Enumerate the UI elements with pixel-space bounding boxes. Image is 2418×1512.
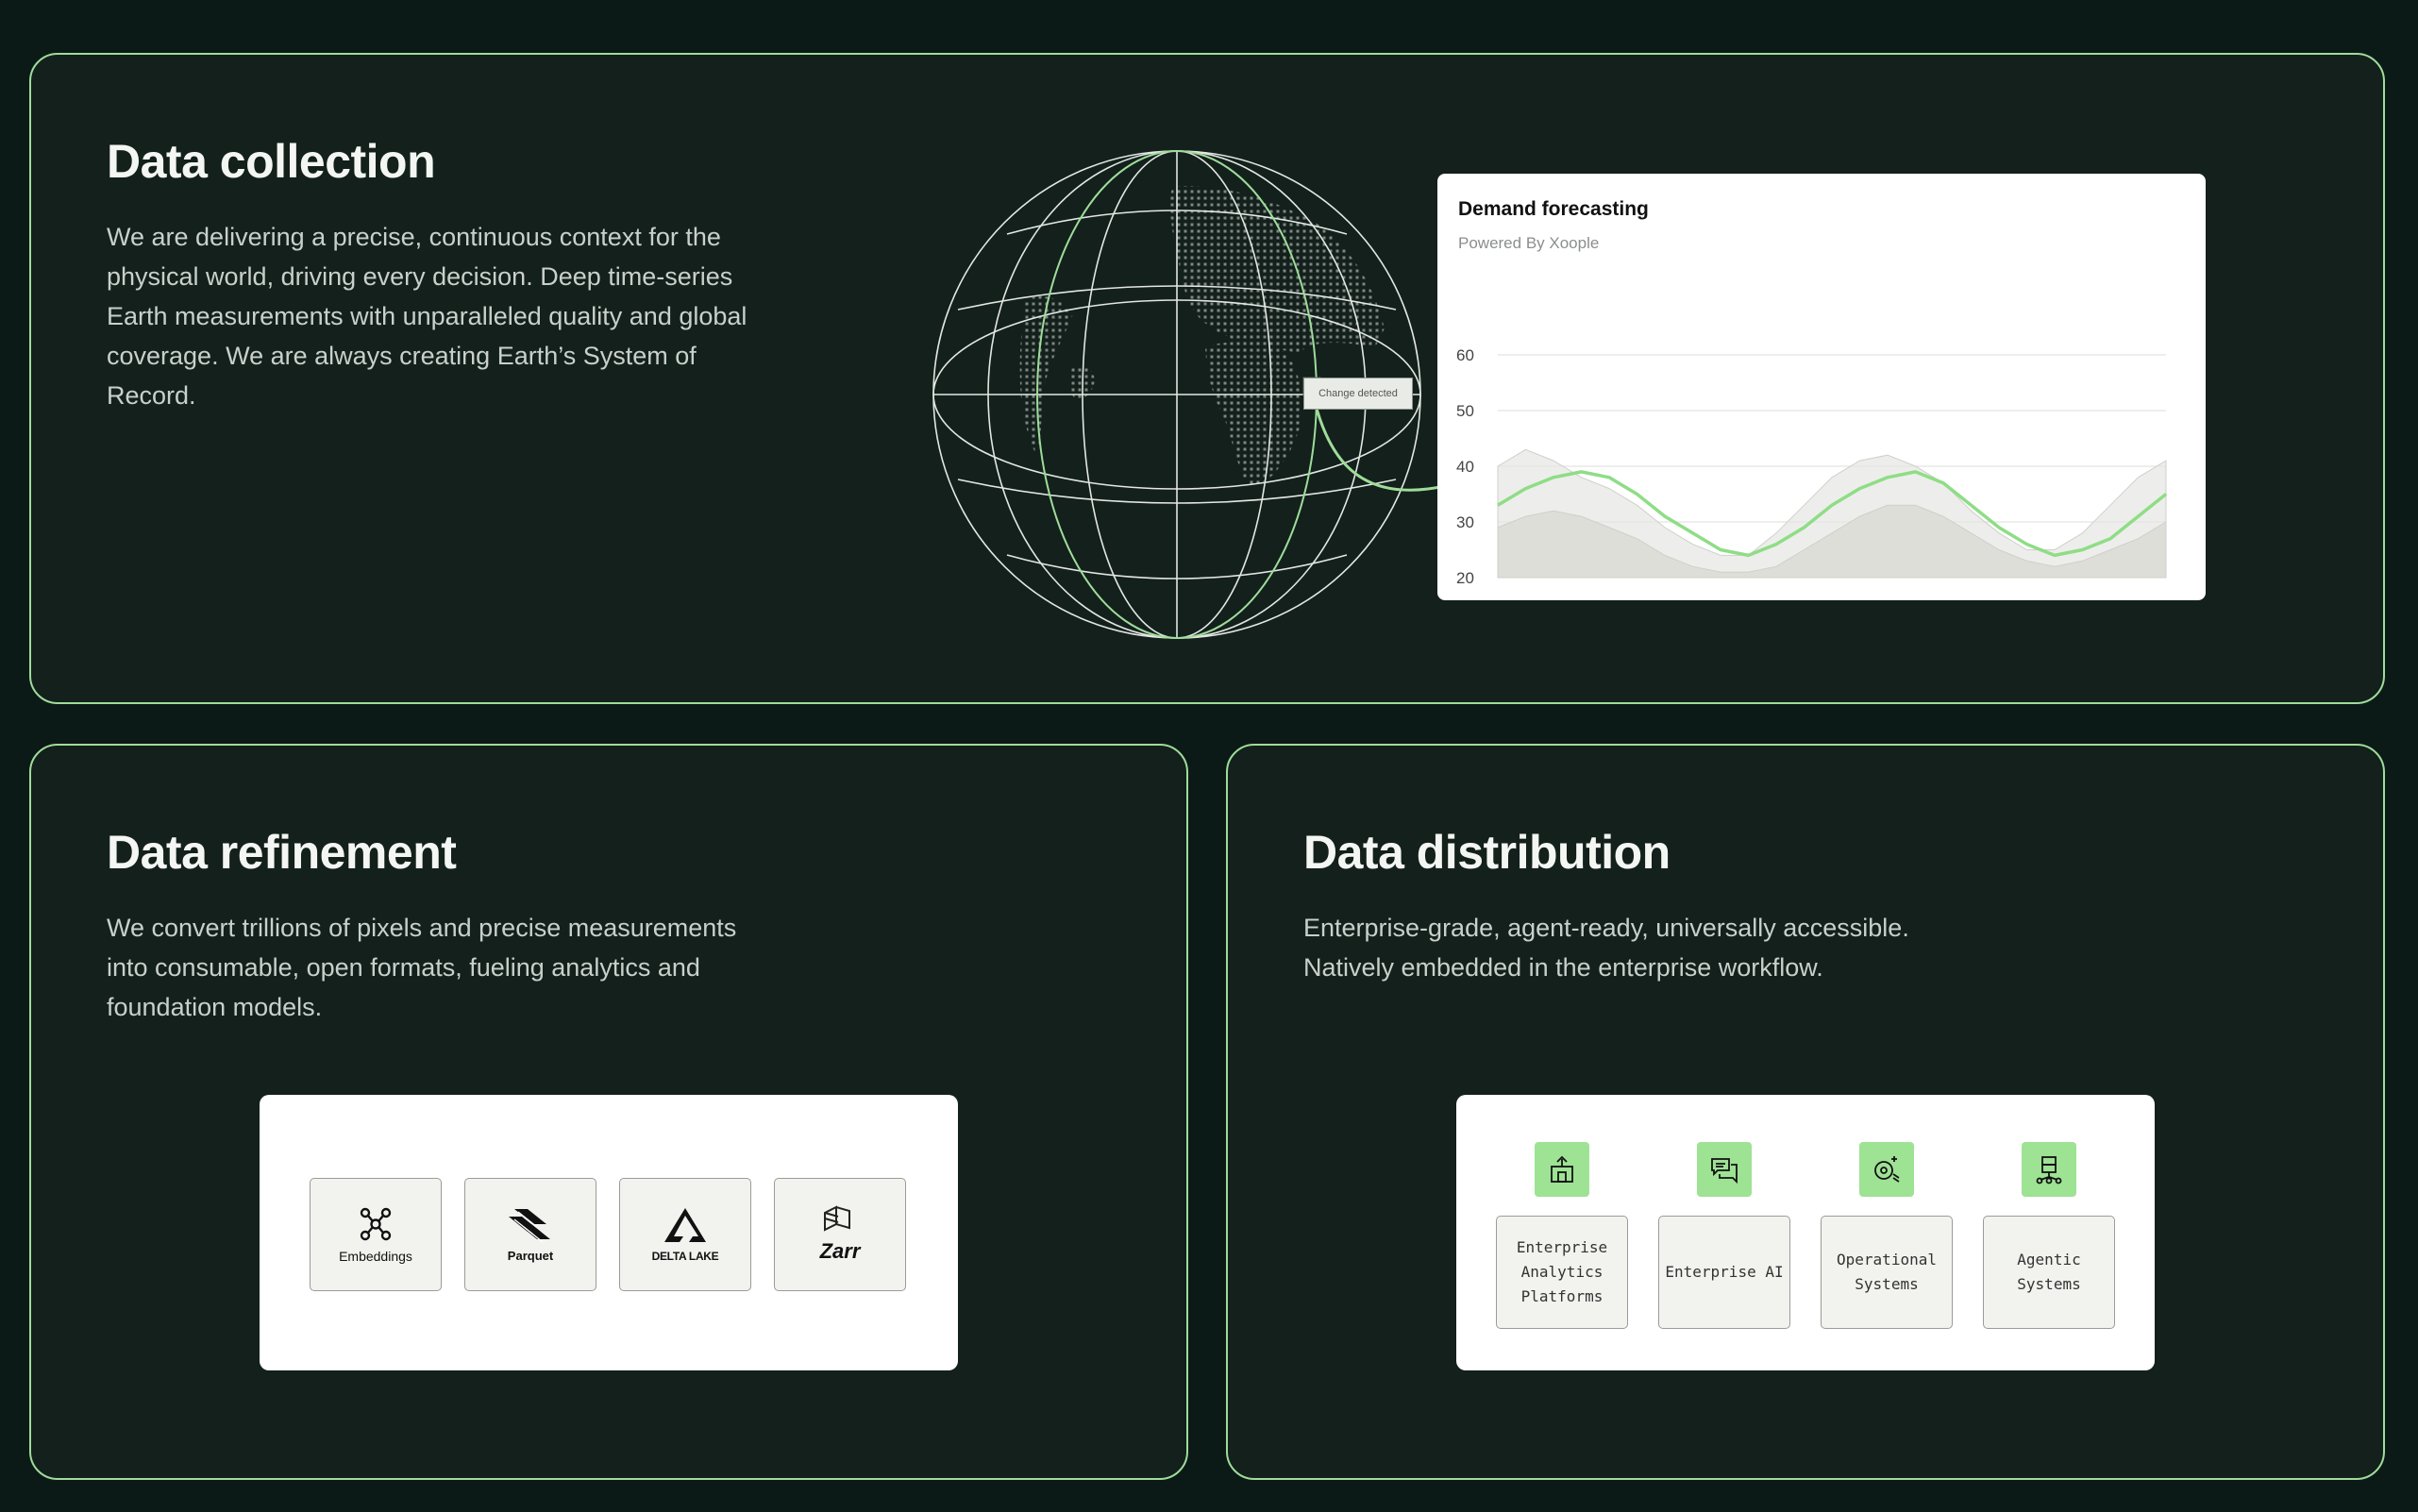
delta-lake-logo-icon: [664, 1208, 706, 1242]
y-tick-label: 20: [1456, 569, 1474, 587]
format-parquet[interactable]: Parquet: [464, 1178, 596, 1291]
callout-label: Change detected: [1318, 388, 1398, 399]
target-label: Agentic Systems: [2017, 1251, 2081, 1293]
chart-title: Demand forecasting: [1458, 198, 1649, 220]
format-label: Embeddings: [339, 1249, 412, 1264]
target-label: Enterprise Analytics Platforms: [1516, 1238, 1608, 1305]
parquet-logo-icon: [509, 1208, 550, 1243]
section-description: We are delivering a precise, continuous …: [107, 223, 747, 410]
demand-forecast-chart-card: 20304050602024.012024.042024.072024.1020…: [1437, 174, 2206, 600]
format-label: Parquet: [507, 1248, 554, 1263]
y-tick-label: 40: [1456, 458, 1474, 476]
format-delta-lake[interactable]: DELTA LAKE: [619, 1178, 751, 1291]
distribution-panel: Enterprise Analytics Platforms Enterpris…: [1456, 1095, 2155, 1370]
section-title: Data refinement: [107, 826, 457, 879]
format-label: Zarr: [819, 1239, 861, 1263]
chart-subtitle: Powered By Xoople: [1458, 234, 1600, 252]
format-zarr[interactable]: Zarr: [774, 1178, 906, 1291]
target-label: Enterprise AI: [1665, 1263, 1784, 1281]
target-operational-systems[interactable]: Operational Systems: [1821, 1216, 1953, 1329]
data-collection-card: Data collection We are delivering a prec…: [29, 53, 2385, 704]
data-distribution-card: Data distribution Enterprise-grade, agen…: [1226, 744, 2385, 1480]
format-embeddings[interactable]: Embeddings: [310, 1178, 442, 1291]
section-description: We convert trillions of pixels and preci…: [107, 914, 737, 1021]
y-tick-label: 60: [1456, 346, 1474, 364]
format-label: DELTA LAKE: [651, 1250, 719, 1263]
target-label: Operational Systems: [1837, 1251, 1937, 1293]
target-agentic-systems[interactable]: Agentic Systems: [1983, 1216, 2115, 1329]
zarr-logo-icon: [824, 1205, 850, 1232]
chat-ai-icon: [1697, 1142, 1752, 1197]
y-tick-label: 30: [1456, 513, 1474, 531]
analytics-platform-icon: [1535, 1142, 1589, 1197]
section-description: Enterprise-grade, agent-ready, universal…: [1303, 914, 1909, 982]
formats-panel: Embeddings Parquet DELTA LAKE Zarr: [260, 1095, 958, 1370]
operations-icon: [1859, 1142, 1914, 1197]
data-refinement-card: Data refinement We convert trillions of …: [29, 744, 1188, 1480]
section-title: Data distribution: [1303, 826, 1671, 879]
agent-network-icon: [2022, 1142, 2076, 1197]
change-detected-callout: Change detected: [1303, 378, 1413, 410]
section-title: Data collection: [107, 135, 436, 188]
target-enterprise-analytics[interactable]: Enterprise Analytics Platforms: [1496, 1216, 1628, 1329]
target-enterprise-ai[interactable]: Enterprise AI: [1658, 1216, 1790, 1329]
y-tick-label: 50: [1456, 402, 1474, 420]
embeddings-icon: [360, 1207, 392, 1241]
